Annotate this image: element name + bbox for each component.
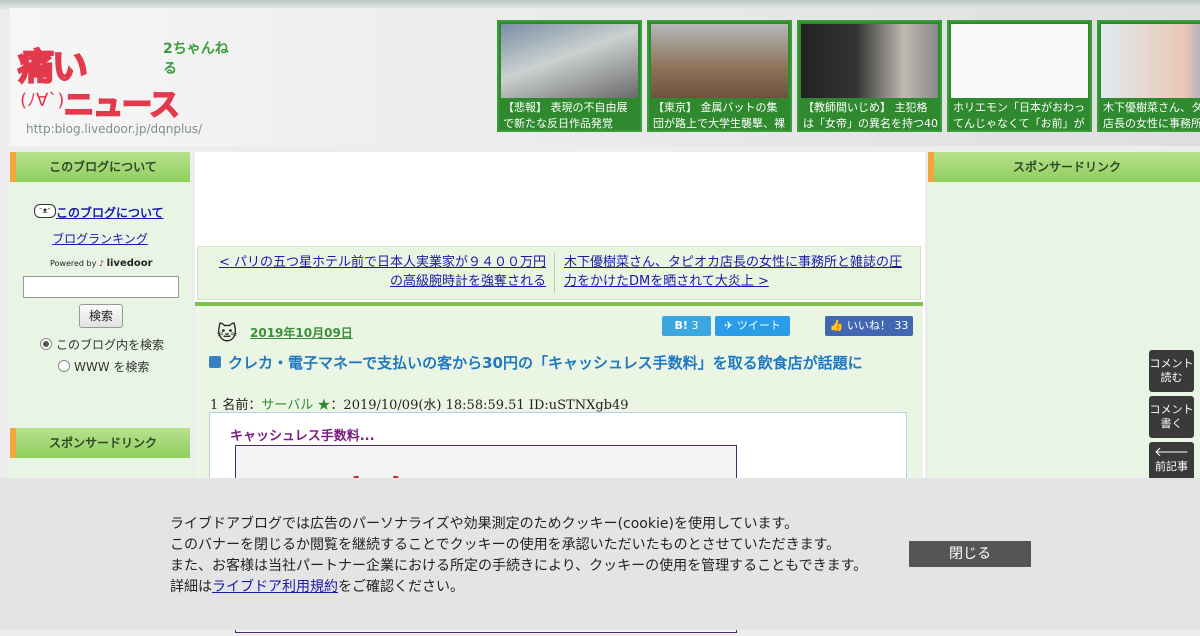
hatena-count: 3 (691, 319, 699, 332)
post-prefix: 1 名前： (210, 398, 262, 413)
ad-space (195, 152, 925, 242)
hatena-label: B! (674, 319, 688, 332)
logo-url: http:blog.livedoor.jp/dqnplus/ (26, 122, 203, 136)
about-blog-link[interactable]: このブログについて (56, 204, 164, 221)
cookie-line-3: また、お客様は当社パートナー企業における所定の手続きにより、クッキーの使用を管理… (170, 558, 868, 574)
search-button[interactable]: 検索 (79, 304, 123, 328)
cookie-close-button[interactable]: 閉じる (909, 541, 1031, 567)
sidebar-heading-sponsor: スポンサードリンク (10, 428, 190, 458)
thumb-item[interactable]: 【教師間いじめ】 主犯格は「女帝」の異名を持つ40代 (797, 20, 942, 132)
cat-icon: 🐱 (216, 321, 238, 345)
thumb-image (801, 24, 938, 98)
tweet-label: ツイート (736, 319, 781, 332)
sidebar-heading-about: このブログについて (10, 152, 190, 182)
arrow-left-icon: 🡐 (1154, 445, 1189, 460)
post-meta: ：2019/10/09(水) 18:58:59.51 ID:uSTNXgb49 (330, 398, 629, 413)
cookie-line-4-post: をご確認ください。 (338, 579, 464, 595)
cookie-line-2: このバナーを閉じるか閲覧を継続することでクッキーの使用を承認いただいたものとさせ… (170, 537, 841, 553)
cookie-line-4: 詳細はライブドア利用規約をご確認ください。 (170, 577, 867, 598)
thumb-caption: 【悲報】 表現の不自由展で新たな反日作品発覚 「被爆 (503, 101, 628, 130)
thumb-caption: ホリエモン「日本がおわってんじゃなくて「お前」が (953, 101, 1085, 130)
radio-search-blog[interactable]: このブログ内を検索 (40, 336, 164, 353)
facebook-like-button[interactable]: 👍 いいね！ 33 (825, 316, 913, 336)
thumbs-up-icon: 👍 (829, 319, 844, 332)
like-label: いいね！ (846, 319, 891, 332)
thumb-item[interactable]: 【東京】 金属バットの集団が路上で大学生襲撃、裸に (647, 20, 792, 132)
logo-2ch-text: 2ちゃんねる (163, 41, 229, 77)
next-article-link[interactable]: 木下優樹菜さん、タピオカ店長の女性に事務所と雑誌の圧力をかけたDMを晒されて大炎… (564, 253, 904, 291)
thumbnail-strip: 【悲報】 表現の不自由展で新たな反日作品発覚 「被爆 【東京】 金属バットの集団… (497, 20, 1200, 134)
powered-by-text: Powered by (50, 259, 97, 268)
thumb-image (1101, 24, 1200, 98)
post-name: サーバル ★ (261, 398, 331, 413)
blog-ranking-link[interactable]: ブログランキング (10, 230, 190, 247)
site-logo[interactable]: 痛い 2ちゃんねる (ﾉ∀`) ニュース http:blog.livedoor.… (17, 24, 238, 136)
hatena-bookmark-button[interactable]: B! 3 (662, 316, 711, 336)
quote-title[interactable]: キャッシュレス手数料... (230, 425, 375, 444)
radio-search-www[interactable]: WWW を検索 (58, 358, 149, 375)
thumb-item[interactable]: 【悲報】 表現の不自由展で新たな反日作品発覚 「被爆 (497, 20, 642, 132)
thumb-image (501, 24, 638, 98)
cookie-line-1: ライブドアブログでは広告のパーソナライズや効果測定のためクッキー(cookie)… (170, 516, 799, 532)
thumb-image (951, 24, 1088, 98)
cookie-line-4-pre: 詳細は (170, 579, 212, 595)
prev-post-label: 前記事 (1155, 460, 1188, 473)
write-comment-button[interactable]: コメント書く (1149, 396, 1194, 438)
radio-selected-icon[interactable] (40, 338, 52, 350)
cookie-banner: ライブドアブログでは広告のパーソナライズや効果測定のためクッキー(cookie)… (0, 478, 1200, 630)
twitter-bird-icon: ✈ (724, 319, 734, 332)
article-nav: < パリの五つ星ホテル前で日本人実業家が９４００万円の高級腕時計を強奪される 木… (197, 246, 921, 300)
thumb-caption: 木下優樹菜さん、タピオカ店長の女性に事務所 (1103, 101, 1200, 130)
thumb-item[interactable]: ホリエモン「日本がおわってんじゃなくて「お前」が (947, 20, 1092, 132)
prev-article-link[interactable]: < パリの五つ星ホテル前で日本人実業家が９４００万円の高級腕時計を強奪される (208, 253, 546, 291)
post-header: 1 名前：サーバル ★：2019/10/09(水) 18:58:59.51 ID… (210, 394, 629, 413)
article-date[interactable]: 2019年10月09日 (250, 324, 353, 341)
logo-face: (ﾉ∀`) (20, 90, 65, 111)
article-title[interactable]: クレカ・電子マネーで支払いの客から30円の「キャッシュレス手数料」を取る飲食店が… (228, 352, 863, 373)
read-comments-button[interactable]: コメント読む (1149, 350, 1194, 392)
search-input[interactable] (23, 276, 179, 298)
radio-unselected-icon[interactable] (58, 360, 70, 372)
livedoor-name: livedoor (106, 258, 153, 269)
face-icon: ᵔᴥᵔ (34, 204, 56, 218)
powered-by-livedoor: Powered by ♪ livedoor (50, 258, 153, 269)
radio-blog-label: このブログ内を検索 (56, 338, 165, 352)
thumb-image (651, 24, 788, 98)
radio-www-label: WWW を検索 (74, 360, 150, 374)
cookie-text: ライブドアブログでは広告のパーソナライズや効果測定のためクッキー(cookie)… (170, 514, 867, 598)
livedoor-logo-icon: ♪ (98, 259, 105, 268)
nav-divider (554, 253, 555, 293)
thumb-caption: 【東京】 金属バットの集団が路上で大学生襲撃、裸に (653, 101, 785, 130)
article-title-icon (209, 356, 221, 368)
like-count: 33 (894, 319, 909, 332)
thumb-item[interactable]: 木下優樹菜さん、タピオカ店長の女性に事務所 (1097, 20, 1200, 132)
sidebar-heading-sponsor-right: スポンサードリンク (928, 152, 1200, 182)
thumb-caption: 【教師間いじめ】 主犯格は「女帝」の異名を持つ40代 (803, 101, 938, 130)
terms-link[interactable]: ライブドア利用規約 (212, 579, 338, 595)
logo-title-line2: ニュース (63, 87, 180, 124)
tweet-button[interactable]: ✈ ツイート (715, 316, 790, 336)
